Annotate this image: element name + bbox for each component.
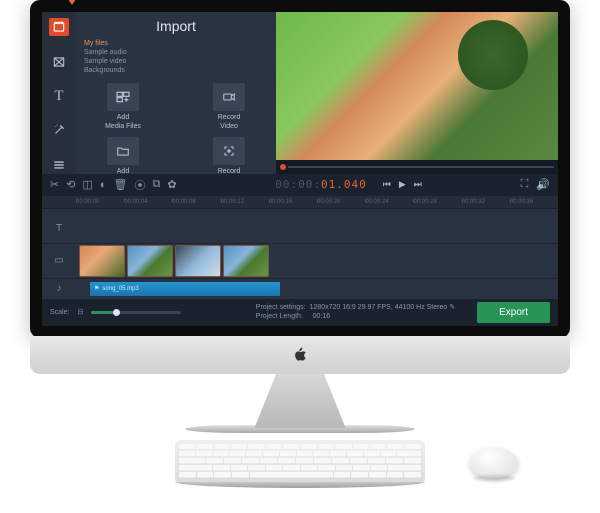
import-panel: Import My files Sample audio Sample vide… (76, 12, 276, 174)
video-track[interactable]: ▭ (42, 244, 558, 278)
color-icon[interactable]: ◐ (100, 179, 107, 191)
app-screen: T Import My files Sample audio Sample vi… (42, 12, 558, 326)
monitor-bezel: T Import My files Sample audio Sample vi… (30, 0, 570, 338)
export-button[interactable]: Export (477, 302, 550, 323)
mouse (470, 448, 518, 478)
title-track-icon: T (52, 223, 66, 234)
import-sub-2[interactable]: Backgrounds (84, 66, 268, 75)
record-video-button[interactable]: Record Video (196, 83, 262, 131)
play-button[interactable]: ▶ (399, 179, 406, 190)
apple-logo-icon (291, 346, 309, 364)
record-icon[interactable]: ⦿ (134, 177, 145, 193)
import-sub-0[interactable]: Sample audio (84, 48, 268, 57)
add-media-button[interactable]: Add Media Files (90, 83, 156, 131)
playhead-dot[interactable] (280, 164, 286, 170)
settings-icon[interactable]: ✿ (167, 178, 176, 191)
video-clip-3[interactable] (176, 246, 220, 276)
audio-clip-label: song_05.mp3 (102, 286, 138, 292)
video-clip-1[interactable] (80, 246, 124, 276)
keyboard (175, 440, 425, 495)
timeline-ruler[interactable]: 00:00:00 00:00:04 00:00:08 00:00:12 00:0… (42, 196, 558, 209)
cut-icon[interactable]: ✂ (50, 178, 59, 191)
sidebar-titles-icon[interactable]: T (49, 87, 69, 105)
delete-icon[interactable]: 🗑 (114, 178, 128, 191)
crop-icon[interactable]: ◫ (82, 178, 92, 191)
top-area: T Import My files Sample audio Sample vi… (42, 12, 558, 174)
monitor-stand (240, 374, 360, 428)
transport-controls: ⏮ ▶ ⏭ (383, 179, 422, 190)
title-track[interactable]: T (42, 215, 558, 243)
timeline: T ▭ ♪ ⚑ song_05.m (42, 209, 558, 299)
scale-minus-icon[interactable]: ⊟ (77, 308, 83, 316)
audio-track-icon: ♪ (52, 283, 66, 294)
rotate-icon[interactable]: ⟲ (66, 178, 75, 191)
fullscreen-icon[interactable]: ⛶ (521, 178, 529, 191)
import-title: Import (84, 18, 268, 34)
transition-icon[interactable]: ⧉ (152, 178, 160, 191)
video-track-icon: ▭ (52, 255, 66, 266)
volume-icon[interactable]: 🔊 (536, 178, 550, 191)
preview-scrubber[interactable] (276, 160, 558, 174)
project-info: Project settings: 1280x720 16:9 29.97 FP… (256, 303, 455, 323)
audio-clip-flag-icon: ⚑ (94, 285, 99, 292)
timecode-display: 00:00:01.040 (275, 178, 367, 191)
imac-monitor: T Import My files Sample audio Sample vi… (30, 0, 570, 433)
my-files-label[interactable]: My files (84, 40, 268, 47)
scale-label: Scale: (50, 309, 69, 316)
scrub-track[interactable] (288, 166, 554, 168)
prev-button[interactable]: ⏮ (383, 179, 391, 190)
bottom-bar: Scale: ⊟ Project settings: 1280x720 16:9… (42, 299, 558, 326)
toolbar-row: ✂ ⟲ ◫ ◐ 🗑 ⦿ ⧉ ✿ 00:00:01.040 ⏮ ▶ ⏭ (42, 174, 558, 196)
sidebar-effects-icon[interactable] (49, 121, 69, 139)
edit-tools: ✂ ⟲ ◫ ◐ 🗑 ⦿ ⧉ ✿ (50, 177, 177, 193)
import-sub-1[interactable]: Sample video (84, 57, 268, 66)
audio-clip[interactable]: ⚑ song_05.mp3 (90, 282, 280, 296)
sidebar-menu-icon[interactable] (49, 156, 69, 174)
monitor-chin (30, 336, 570, 374)
audio-track[interactable]: ♪ ⚑ song_05.mp3 (42, 279, 558, 299)
settings-edit-icon[interactable]: ✎ (449, 304, 455, 311)
sidebar: T (42, 12, 76, 174)
preview-panel (276, 12, 558, 174)
sidebar-filters-icon[interactable] (49, 52, 69, 70)
scale-slider[interactable] (91, 311, 181, 314)
video-clip-4[interactable] (224, 246, 268, 276)
next-button[interactable]: ⏭ (414, 179, 422, 190)
sidebar-import-icon[interactable] (49, 18, 69, 36)
video-clips (72, 246, 268, 276)
preview-video[interactable] (276, 12, 558, 160)
import-grid: Add Media Files Record Video Add Folder (84, 83, 268, 185)
video-clip-2[interactable] (128, 246, 172, 276)
